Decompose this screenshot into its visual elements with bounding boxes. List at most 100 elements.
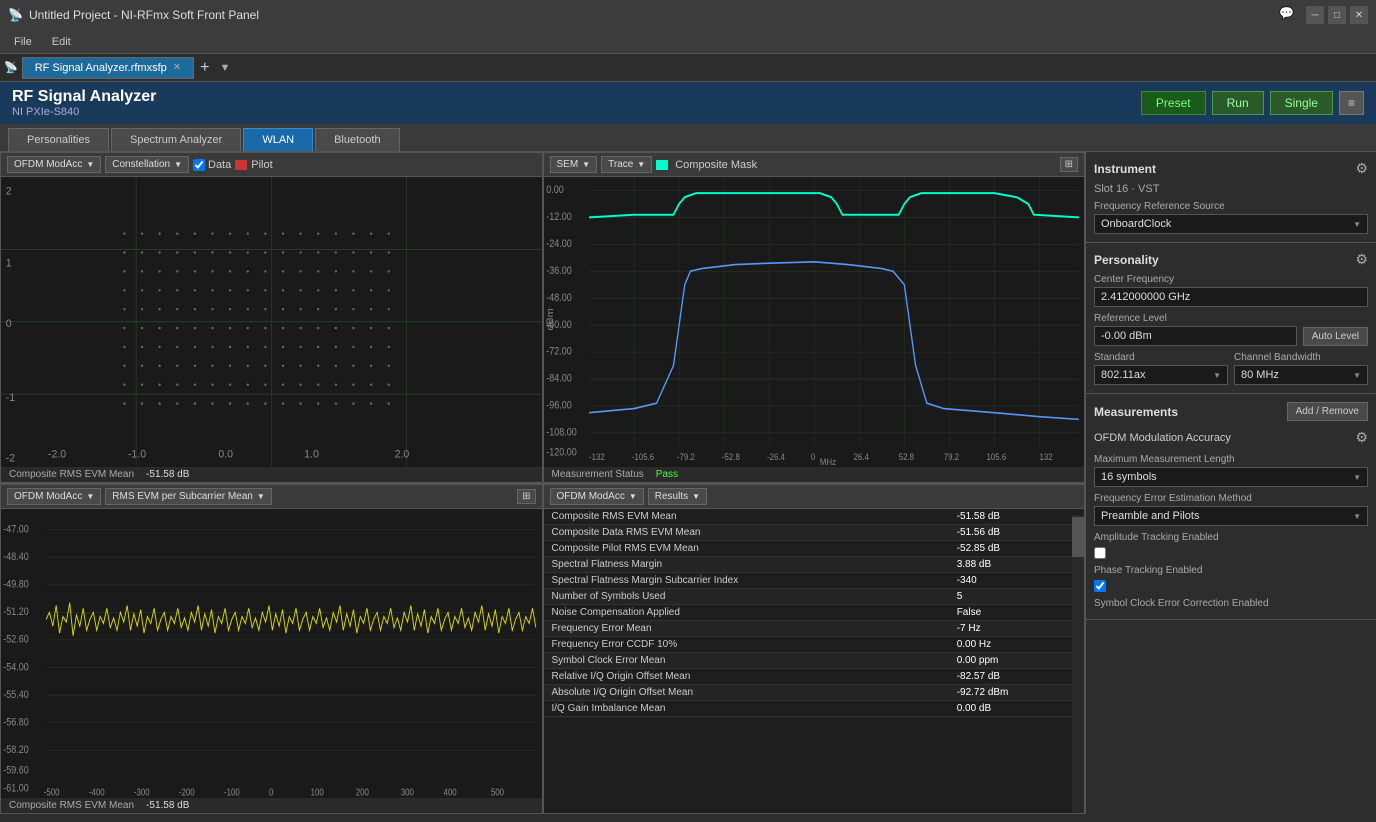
svg-text:200: 200	[356, 786, 369, 797]
table-row: Composite Pilot RMS EVM Mean-52.85 dB	[544, 540, 1085, 556]
rms-evm-dropdown[interactable]: RMS EVM per Subcarrier Mean	[105, 488, 272, 505]
tab-bluetooth[interactable]: Bluetooth	[315, 128, 399, 151]
maximize-button[interactable]: □	[1328, 6, 1346, 24]
table-row: I/Q Gain Imbalance Mean0.00 dB	[544, 700, 1085, 716]
results-table-container[interactable]: Composite RMS EVM Mean-51.58 dBComposite…	[544, 509, 1085, 814]
minimize-button[interactable]: ─	[1306, 6, 1324, 24]
ofdm-modacc-dropdown-2[interactable]: OFDM ModAcc	[7, 488, 101, 505]
center-freq-input[interactable]	[1094, 287, 1368, 307]
preset-button[interactable]: Preset	[1141, 91, 1206, 115]
table-row: Frequency Error Mean-7 Hz	[544, 620, 1085, 636]
freq-error-method-dropdown[interactable]: Preamble and Pilots	[1094, 506, 1368, 526]
evm-content: -47.00 -48.40 -49.80 -51.20 -52.60 -54.0…	[1, 509, 542, 799]
file-tab-close[interactable]: ✕	[173, 62, 181, 73]
table-row: Noise Compensation AppliedFalse	[544, 604, 1085, 620]
tab-spectrum-analyzer[interactable]: Spectrum Analyzer	[111, 128, 241, 151]
svg-text:-105.6: -105.6	[631, 451, 653, 462]
svg-text:-52.8: -52.8	[721, 451, 739, 462]
run-button[interactable]: Run	[1212, 91, 1264, 115]
file-tab-analyzer[interactable]: RF Signal Analyzer.rfmxsfp ✕	[22, 57, 194, 79]
svg-text:0: 0	[6, 317, 12, 329]
instrument-subtitle: NI PXIe-S840	[12, 106, 156, 118]
evm-chart-expand-btn[interactable]: ⊞	[517, 489, 535, 504]
svg-text:-96.00: -96.00	[546, 400, 572, 412]
ofdm-modacc-dropdown-1[interactable]: OFDM ModAcc	[7, 156, 101, 173]
result-name: Number of Symbols Used	[544, 588, 949, 604]
add-remove-button[interactable]: Add / Remove	[1287, 402, 1368, 421]
auto-level-button[interactable]: Auto Level	[1303, 327, 1368, 346]
tab-wlan[interactable]: WLAN	[243, 128, 313, 151]
options-menu-button[interactable]: ≡	[1339, 91, 1364, 115]
sem-dropdown[interactable]: SEM	[550, 156, 598, 173]
svg-text:-2: -2	[6, 452, 15, 464]
data-checkbox[interactable]	[193, 159, 205, 171]
table-row: Composite RMS EVM Mean-51.58 dB	[544, 509, 1085, 525]
result-value: -51.58 dB	[949, 509, 1084, 525]
close-button[interactable]: ✕	[1350, 6, 1368, 24]
svg-text:-500: -500	[44, 786, 60, 797]
constellation-status-label: Composite RMS EVM Mean	[9, 469, 134, 480]
svg-text:-58.20: -58.20	[3, 744, 29, 756]
data-checkbox-area: Data	[193, 159, 231, 171]
ofdm-gear-icon[interactable]: ⚙	[1355, 429, 1368, 446]
menu-edit[interactable]: Edit	[42, 34, 81, 50]
sem-content: 0.00 -12.00 -24.00 -36.00 -48.00 -60.00 …	[544, 177, 1085, 467]
constellation-content: 2 1 0 -1 -2 -2.0 -1.0 0.0 1.0 2.0	[1, 177, 542, 467]
result-name: I/Q Gain Imbalance Mean	[544, 700, 949, 716]
standard-bw-row: Standard 802.11ax Channel Bandwidth 80 M…	[1094, 346, 1368, 385]
tab-personalities[interactable]: Personalities	[8, 128, 109, 151]
trace-dropdown[interactable]: Trace	[601, 156, 652, 173]
tab-nav-arrow[interactable]: ▼	[216, 62, 235, 74]
instrument-section: Instrument ⚙ Slot 16 · VST Frequency Ref…	[1086, 152, 1376, 243]
svg-text:-54.00: -54.00	[3, 661, 29, 673]
amp-tracking-checkbox[interactable]	[1094, 547, 1106, 559]
result-value: 0.00 Hz	[949, 636, 1084, 652]
svg-text:300: 300	[401, 786, 414, 797]
results-scrollbar[interactable]	[1072, 515, 1084, 814]
sem-toolbar: SEM Trace Composite Mask ⊞	[544, 153, 1085, 177]
result-value: -52.85 dB	[949, 540, 1084, 556]
svg-text:100: 100	[311, 786, 324, 797]
svg-text:2: 2	[6, 185, 12, 197]
menu-file[interactable]: File	[4, 34, 42, 50]
results-scrollbar-thumb[interactable]	[1072, 517, 1084, 557]
result-value: 3.88 dB	[949, 556, 1084, 572]
measurements-section: Measurements Add / Remove OFDM Modulatio…	[1086, 394, 1376, 620]
svg-text:-26.4: -26.4	[766, 451, 784, 462]
svg-text:-120.00: -120.00	[546, 447, 577, 459]
svg-text:1: 1	[6, 257, 12, 269]
standard-dropdown[interactable]: 802.11ax	[1094, 365, 1228, 385]
result-name: Composite Data RMS EVM Mean	[544, 524, 949, 540]
constellation-dropdown[interactable]: Constellation	[105, 156, 189, 173]
freq-ref-dropdown[interactable]: OnboardClock	[1094, 214, 1368, 234]
max-meas-dropdown[interactable]: 16 symbols	[1094, 467, 1368, 487]
expand-chart-button[interactable]: ⊞	[1060, 157, 1078, 172]
add-tab-button[interactable]: +	[194, 59, 215, 77]
svg-text:0.00: 0.00	[546, 184, 564, 196]
sem-status-value: Pass	[656, 469, 678, 480]
standard-col: Standard 802.11ax	[1094, 346, 1228, 385]
instrument-info: RF Signal Analyzer NI PXIe-S840	[12, 88, 156, 118]
phase-tracking-checkbox[interactable]	[1094, 580, 1106, 592]
sem-status-label: Measurement Status	[552, 469, 644, 480]
single-button[interactable]: Single	[1270, 91, 1333, 115]
personality-gear-icon[interactable]: ⚙	[1355, 251, 1368, 268]
ofdm-modacc-dropdown-3[interactable]: OFDM ModAcc	[550, 488, 644, 505]
channel-bw-dropdown[interactable]: 80 MHz	[1234, 365, 1368, 385]
results-dropdown[interactable]: Results	[648, 488, 707, 505]
svg-text:-48.40: -48.40	[3, 551, 29, 563]
chart-expand-btn[interactable]: ⊞	[1060, 157, 1078, 172]
svg-text:-72.00: -72.00	[546, 346, 572, 358]
result-name: Spectral Flatness Margin	[544, 556, 949, 572]
instrument-gear-icon[interactable]: ⚙	[1355, 160, 1368, 177]
chat-icon[interactable]: 💬	[1279, 6, 1294, 24]
instrument-section-title: Instrument	[1094, 162, 1156, 176]
svg-text:105.6: 105.6	[986, 451, 1006, 462]
right-sidebar: Instrument ⚙ Slot 16 · VST Frequency Ref…	[1086, 152, 1376, 814]
ref-level-input[interactable]	[1094, 326, 1297, 346]
result-name: Spectral Flatness Margin Subcarrier Inde…	[544, 572, 949, 588]
svg-text:-36.00: -36.00	[546, 265, 572, 277]
svg-text:-24.00: -24.00	[546, 238, 572, 250]
svg-text:400: 400	[444, 786, 457, 797]
constellation-status-value: -51.58 dB	[146, 469, 189, 480]
